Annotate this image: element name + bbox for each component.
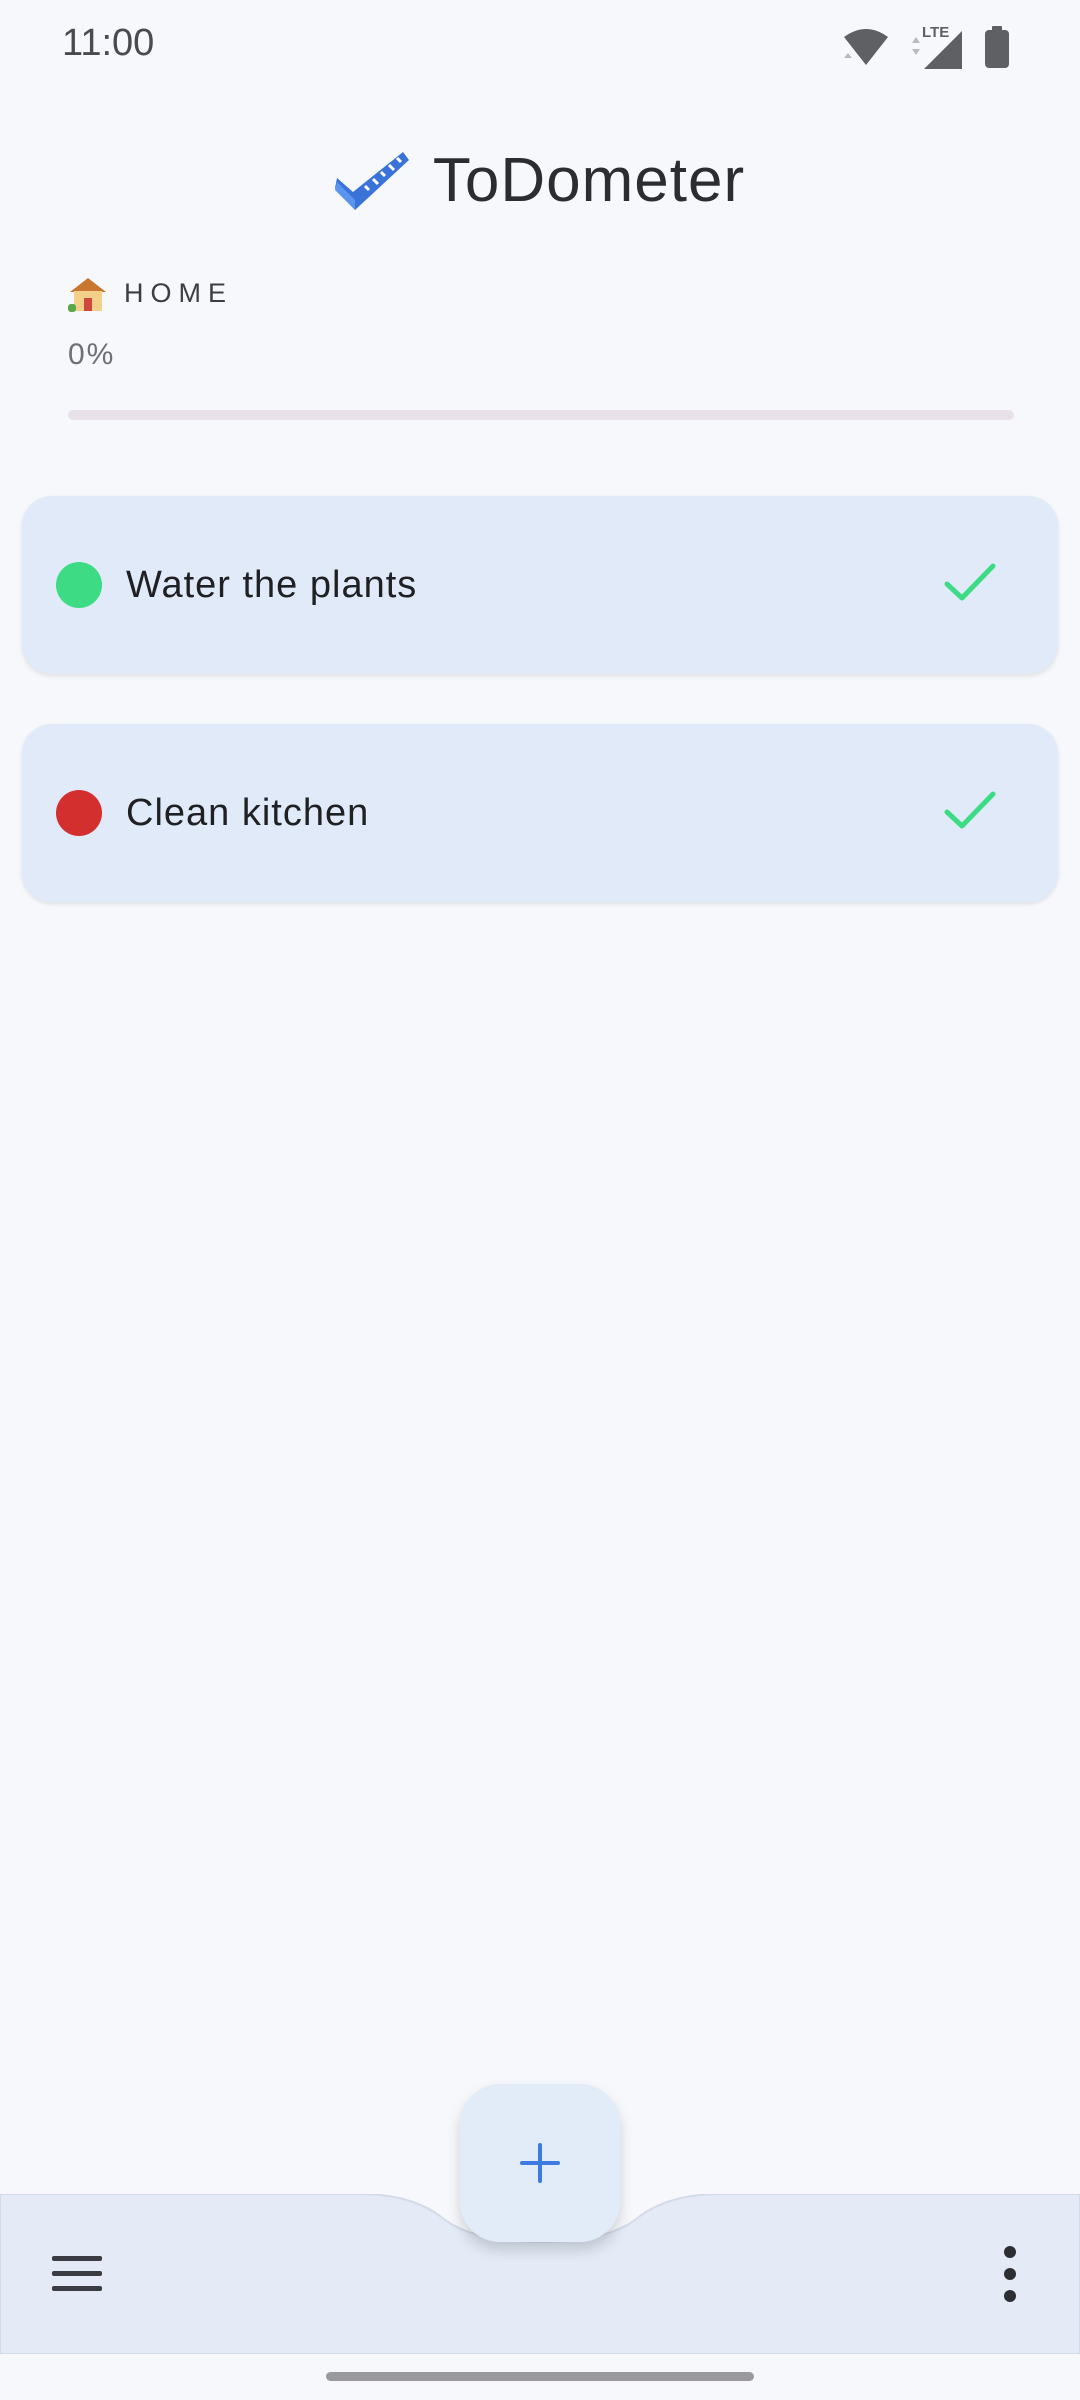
check-icon[interactable] bbox=[942, 788, 998, 834]
project-name: HOME bbox=[124, 277, 233, 308]
hamburger-menu-icon[interactable] bbox=[50, 2252, 106, 2296]
task-card[interactable]: Water the plants bbox=[22, 496, 1058, 674]
project-name-row: HOME bbox=[68, 274, 1014, 312]
network-type-label: LTE bbox=[922, 25, 949, 41]
task-state-dot bbox=[56, 790, 102, 836]
cellular-signal-icon: LTE bbox=[912, 25, 962, 69]
wifi-icon bbox=[844, 29, 888, 65]
app-header: ToDometer bbox=[0, 130, 1080, 230]
task-name: Clean kitchen bbox=[126, 791, 370, 834]
status-icons: LTE bbox=[842, 24, 1010, 70]
project-section: HOME 0% bbox=[68, 274, 1014, 420]
check-icon[interactable] bbox=[942, 560, 998, 606]
more-vertical-icon[interactable] bbox=[996, 2246, 1024, 2302]
task-state-dot bbox=[56, 562, 102, 608]
battery-icon bbox=[985, 26, 1009, 68]
app-title: ToDometer bbox=[432, 145, 746, 215]
task-list: Water the plants Clean kitchen bbox=[22, 496, 1058, 952]
project-progress-text: 0% bbox=[68, 338, 116, 371]
add-task-button[interactable] bbox=[460, 2084, 620, 2242]
plus-icon bbox=[520, 2143, 560, 2183]
task-name: Water the plants bbox=[126, 563, 418, 606]
task-card[interactable]: Clean kitchen bbox=[22, 724, 1058, 902]
ruler-check-logo-icon bbox=[334, 152, 409, 210]
project-progress-bar bbox=[68, 410, 1014, 420]
status-time: 11:00 bbox=[62, 22, 155, 64]
status-bar: 11:00 LTE bbox=[0, 0, 1080, 90]
gesture-navigation-bar[interactable] bbox=[326, 2372, 754, 2381]
house-emoji-icon bbox=[68, 278, 106, 312]
